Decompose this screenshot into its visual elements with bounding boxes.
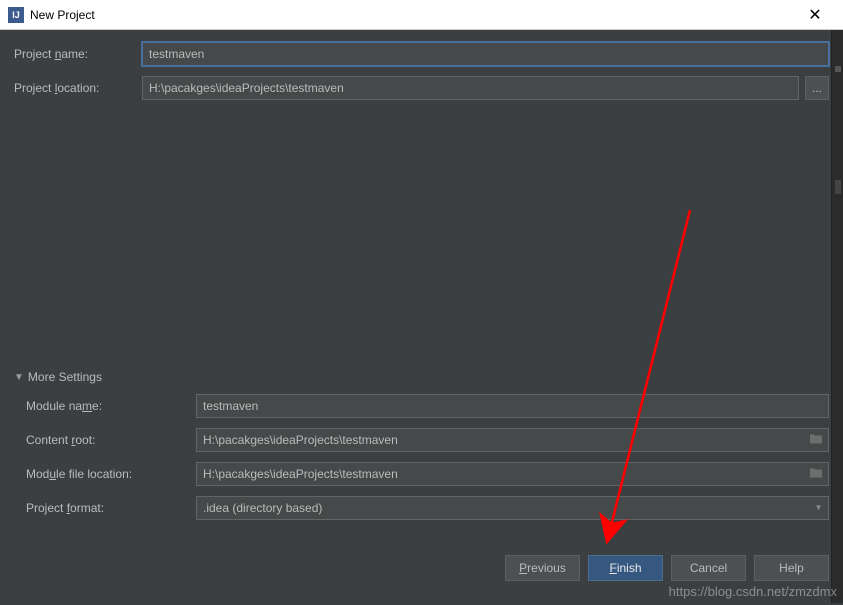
app-icon: IJ: [8, 7, 24, 23]
module-name-row: Module name:: [26, 394, 829, 418]
project-format-dropdown[interactable]: .idea (directory based): [196, 496, 829, 520]
module-name-input[interactable]: [196, 394, 829, 418]
project-name-input[interactable]: [142, 42, 829, 66]
project-format-label: Project format:: [26, 501, 196, 515]
browse-button[interactable]: ...: [805, 76, 829, 100]
window-title: New Project: [30, 8, 795, 22]
more-settings-block: Module name: Content root: Module file l…: [14, 394, 829, 520]
titlebar: IJ New Project ✕: [0, 0, 843, 30]
project-location-input[interactable]: [142, 76, 799, 100]
more-settings-label: More Settings: [28, 370, 102, 384]
finish-button[interactable]: Finish: [588, 555, 663, 581]
project-name-row: Project name:: [14, 42, 829, 66]
project-name-label: Project name:: [14, 47, 142, 61]
more-settings-toggle[interactable]: ▼ More Settings: [14, 370, 829, 384]
project-location-row: Project location: ...: [14, 76, 829, 100]
project-format-row: Project format: .idea (directory based) …: [26, 496, 829, 520]
chevron-down-icon: ▾: [816, 503, 821, 514]
module-file-location-label: Module file location:: [26, 467, 196, 481]
side-strip: [831, 30, 843, 603]
project-location-label: Project location:: [14, 81, 142, 95]
content-root-row: Content root:: [26, 428, 829, 452]
previous-button[interactable]: Previous: [505, 555, 580, 581]
button-bar: Previous Finish Cancel Help: [0, 545, 843, 595]
content-root-label: Content root:: [26, 433, 196, 447]
module-file-location-input[interactable]: [196, 462, 829, 486]
content-root-input[interactable]: [196, 428, 829, 452]
module-name-label: Module name:: [26, 399, 196, 413]
module-file-location-row: Module file location:: [26, 462, 829, 486]
folder-icon[interactable]: [809, 467, 823, 482]
dialog-body: Project name: Project location: ... ▼ Mo…: [0, 30, 843, 545]
folder-icon[interactable]: [809, 433, 823, 448]
help-button[interactable]: Help: [754, 555, 829, 581]
cancel-button[interactable]: Cancel: [671, 555, 746, 581]
close-icon[interactable]: ✕: [795, 0, 835, 30]
collapse-icon: ▼: [14, 372, 24, 383]
